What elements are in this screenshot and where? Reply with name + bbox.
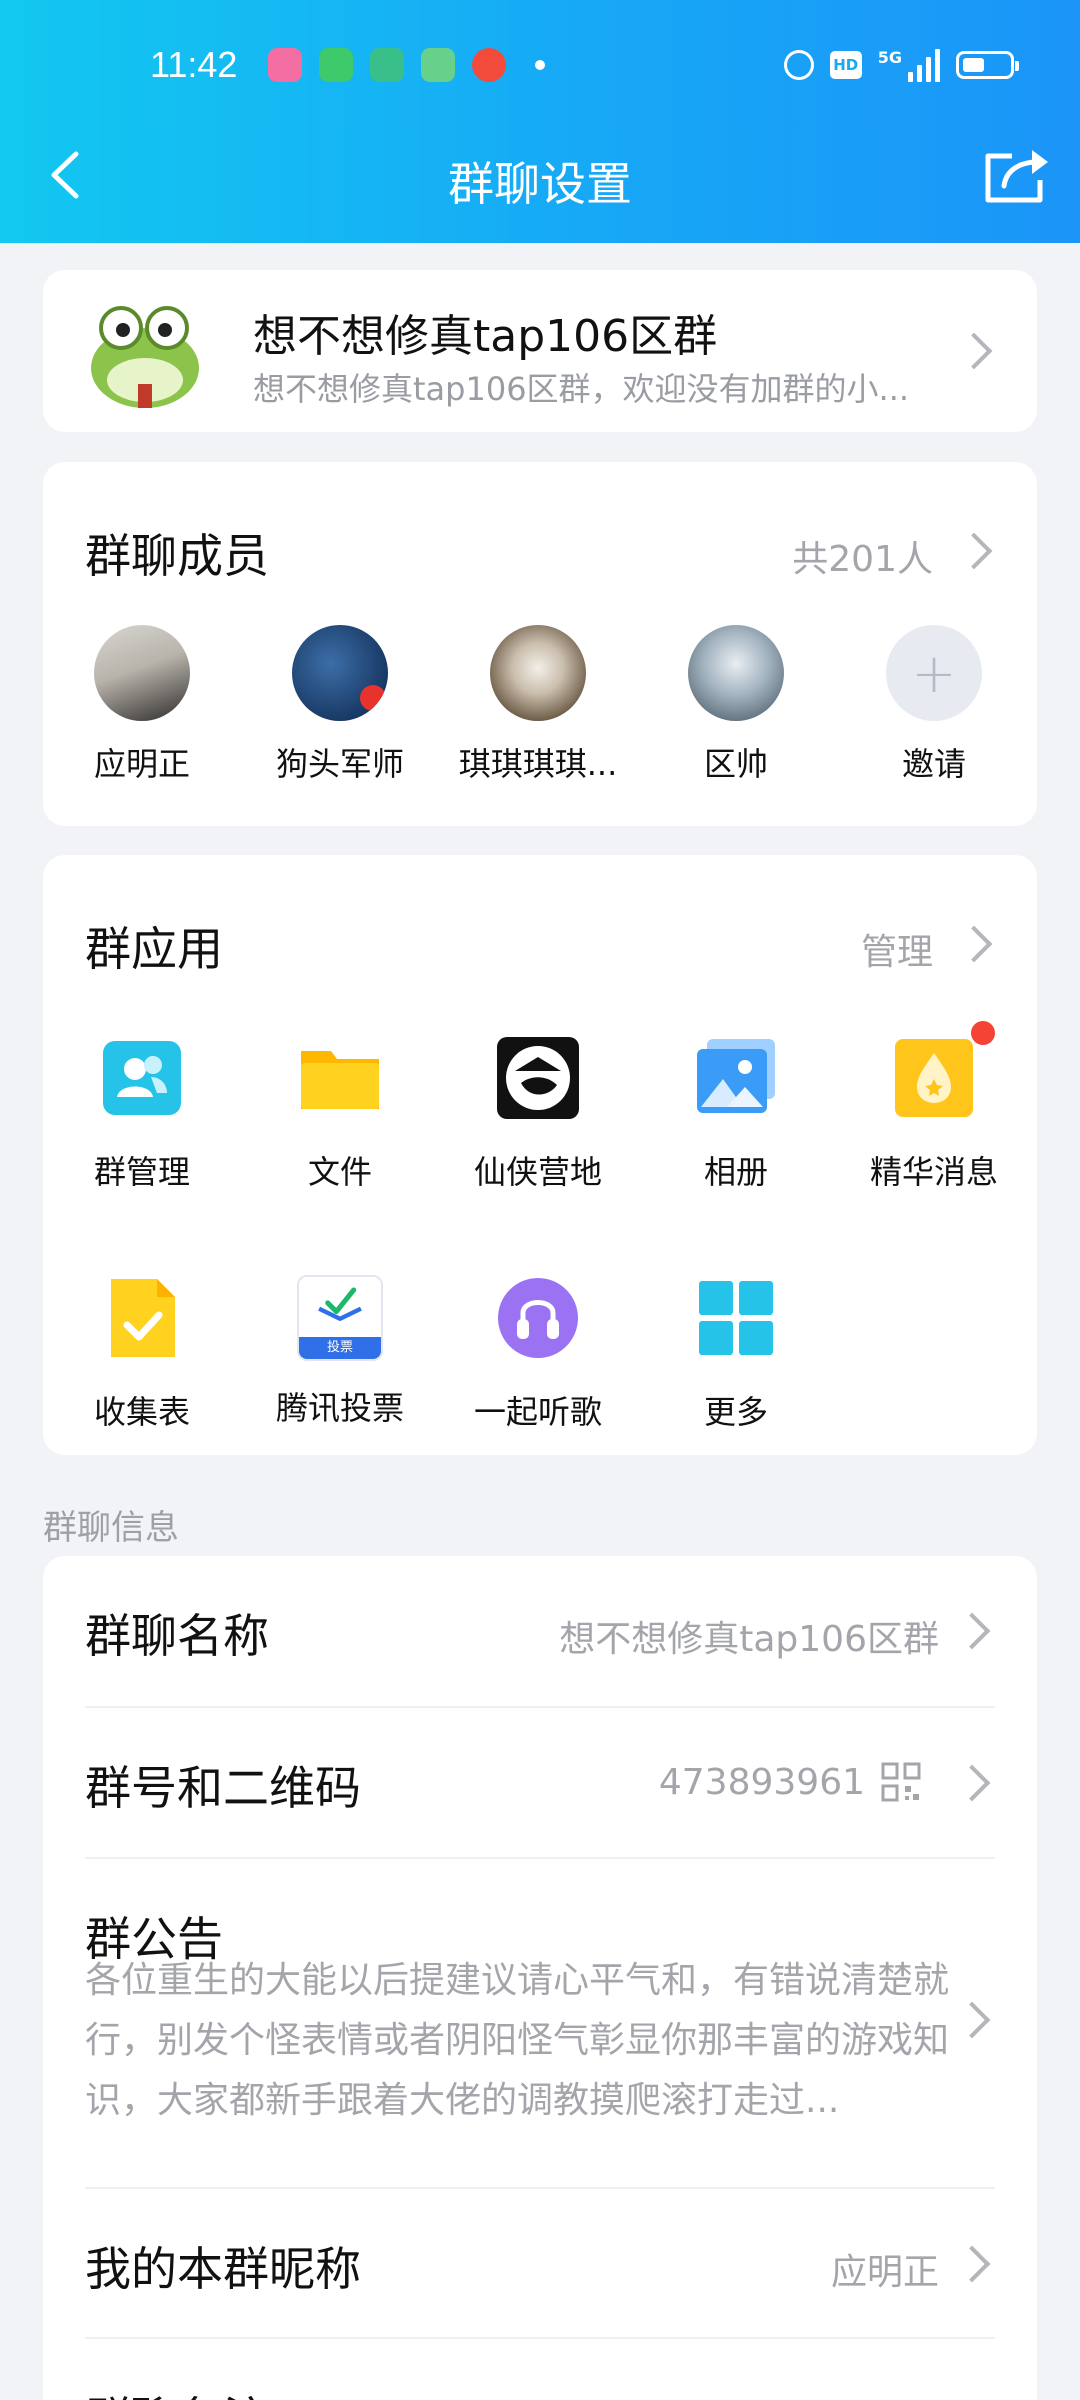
- info-section-label: 群聊信息: [43, 1508, 179, 1548]
- plus-icon: +: [886, 625, 982, 721]
- group-id-label: 群号和二维码: [85, 1761, 361, 1815]
- invite-label: 邀请: [901, 745, 966, 783]
- app-label: 更多: [703, 1393, 768, 1431]
- battery-level: [963, 58, 984, 72]
- member-name: 区帅: [703, 745, 768, 783]
- group-notice-row[interactable]: 群公告 各位重生的大能以后提建议请心平气和，有错说清楚就行，别发个怪表情或者阴阳…: [85, 1859, 995, 2189]
- group-info-card: 群聊名称 想不想修真tap106区群 群号和二维码 473893961 群公告 …: [43, 1556, 1037, 2400]
- chevron-right-icon: [953, 2245, 991, 2283]
- share-icon[interactable]: [982, 146, 1052, 206]
- signal-icon: [908, 48, 940, 82]
- page-title: 群聊设置: [448, 157, 632, 211]
- essence-message-icon: [895, 1039, 973, 1117]
- more-grid-icon: [699, 1281, 773, 1355]
- members-card: 群聊成员 共201人 应明正 狗头军师 琪琪琪琪... 区帅 + 邀请: [43, 462, 1037, 826]
- group-id-row[interactable]: 群号和二维码 473893961: [85, 1708, 995, 1859]
- folder-icon: [301, 1051, 379, 1109]
- listen-music-icon: [498, 1278, 578, 1358]
- chevron-right-icon: [955, 332, 993, 370]
- alarm-icon: [783, 50, 814, 80]
- group-avatar: [91, 306, 199, 408]
- chevron-right-icon[interactable]: [955, 532, 993, 570]
- member-item[interactable]: 狗头军师: [241, 625, 439, 785]
- app-notification-icon: [421, 48, 455, 82]
- header-bar: 11:42 HD 5G 群聊设置: [0, 0, 1080, 243]
- member-avatar: [490, 625, 586, 721]
- member-item[interactable]: 琪琪琪琪...: [439, 625, 637, 785]
- my-nickname-label: 我的本群昵称: [85, 2242, 361, 2296]
- apps-manage-link[interactable]: 管理: [861, 923, 933, 975]
- live-badge-icon: [360, 685, 386, 711]
- member-count[interactable]: 共201人: [792, 530, 933, 582]
- app-notification-icon: [268, 48, 302, 82]
- group-name: 想不想修真tap106区群: [253, 311, 718, 362]
- app-label: 仙侠营地: [473, 1153, 602, 1191]
- app-album[interactable]: 相册: [637, 1035, 835, 1193]
- status-bar: 11:42 HD 5G: [0, 0, 1080, 135]
- app-label: 相册: [703, 1153, 768, 1191]
- xianxia-camp-icon: [497, 1037, 579, 1119]
- chevron-right-icon: [953, 1612, 991, 1650]
- member-list: 应明正 狗头军师 琪琪琪琪... 区帅 + 邀请: [43, 625, 1037, 785]
- unread-dot-icon: [971, 1021, 995, 1045]
- app-label: 收集表: [93, 1393, 190, 1431]
- group-id-value: 473893961: [658, 1762, 865, 1803]
- app-notification-icon: [370, 48, 404, 82]
- app-listen-together[interactable]: 一起听歌: [439, 1275, 637, 1433]
- member-name: 琪琪琪琪...: [458, 745, 618, 783]
- apps-title: 群应用: [85, 922, 223, 976]
- hd-icon: HD: [829, 51, 862, 79]
- app-xianxia-camp[interactable]: 仙侠营地: [439, 1035, 637, 1193]
- group-name-row[interactable]: 群聊名称 想不想修真tap106区群: [85, 1556, 995, 1708]
- member-avatar: [688, 625, 784, 721]
- group-remark-label: 群聊备注: [85, 2383, 269, 2400]
- chevron-right-icon: [953, 2001, 991, 2039]
- member-name: 狗头军师: [275, 745, 404, 783]
- group-name-label: 群聊名称: [85, 1609, 269, 1663]
- member-item[interactable]: 应明正: [43, 625, 241, 785]
- members-title: 群聊成员: [85, 529, 269, 583]
- group-remark-row[interactable]: 群聊备注: [85, 2339, 995, 2400]
- app-tencent-vote[interactable]: 投票 腾讯投票: [241, 1275, 439, 1433]
- system-icons: HD 5G: [783, 48, 1019, 82]
- app-files[interactable]: 文件: [241, 1035, 439, 1193]
- battery-icon: [956, 51, 1019, 79]
- app-more[interactable]: 更多: [637, 1275, 835, 1433]
- app-collect-form[interactable]: 收集表: [43, 1275, 241, 1433]
- vote-badge: 投票: [299, 1337, 381, 1359]
- app-label: 精华消息: [869, 1153, 998, 1191]
- group-notice-text: 各位重生的大能以后提建议请心平气和，有错说清楚就行，别发个怪表情或者阴阳怪气彰显…: [85, 1960, 950, 2121]
- chevron-right-icon: [953, 1764, 991, 1802]
- group-apps-card: 群应用 管理 群管理 文件 仙侠营地 相册 精华消息 收集表 投票 腾讯投票 一…: [43, 855, 1037, 1455]
- qr-code-icon: [881, 1762, 921, 1802]
- member-avatar: [94, 625, 190, 721]
- my-nickname-row[interactable]: 我的本群昵称 应明正: [85, 2189, 995, 2339]
- member-name: 应明正: [93, 745, 190, 783]
- app-group-manage[interactable]: 群管理: [43, 1035, 241, 1193]
- group-name-value: 想不想修真tap106区群: [559, 1619, 939, 1660]
- chevron-right-icon[interactable]: [955, 925, 993, 963]
- status-time: 11:42: [150, 44, 238, 85]
- group-description: 想不想修真tap106区群，欢迎没有加群的小...: [253, 370, 910, 408]
- app-label: 一起听歌: [473, 1393, 602, 1431]
- app-notification-icon: [319, 48, 353, 82]
- notification-icons: [268, 48, 545, 82]
- app-notification-icon: [472, 48, 506, 82]
- vote-icon: 投票: [297, 1275, 383, 1361]
- group-profile-card[interactable]: 想不想修真tap106区群 想不想修真tap106区群，欢迎没有加群的小...: [43, 270, 1037, 432]
- my-nickname-value: 应明正: [830, 2252, 939, 2293]
- app-label: 文件: [307, 1153, 372, 1191]
- more-notifications-icon: [535, 60, 545, 70]
- album-icon: [697, 1039, 775, 1113]
- invite-member-button[interactable]: + 邀请: [835, 625, 1033, 785]
- app-label: 群管理: [93, 1153, 190, 1191]
- member-avatar: [292, 625, 388, 721]
- network-type-label: 5G: [877, 48, 902, 67]
- group-manage-icon: [103, 1041, 181, 1115]
- app-essence-messages[interactable]: 精华消息: [835, 1021, 1033, 1193]
- app-label: 腾讯投票: [275, 1389, 404, 1427]
- apps-grid: 群管理 文件 仙侠营地 相册 精华消息 收集表 投票 腾讯投票 一起听歌 更多: [43, 1021, 1037, 1433]
- collect-form-icon: [111, 1279, 175, 1357]
- member-item[interactable]: 区帅: [637, 625, 835, 785]
